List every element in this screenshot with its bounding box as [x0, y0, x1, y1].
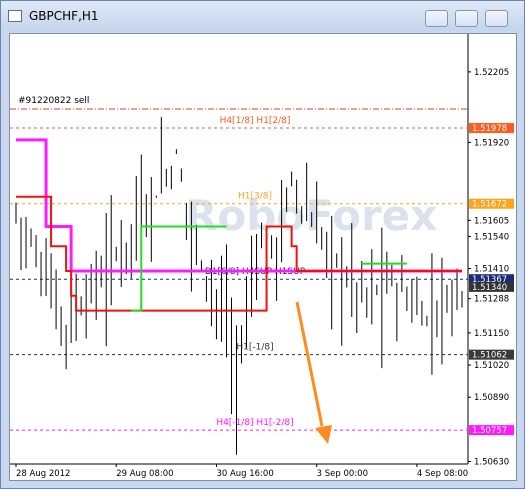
price-level-label: H4[1/8] H1[2/8] — [220, 116, 291, 126]
y-tick-label: 1.50630 — [474, 458, 509, 468]
y-tick-label: 1.51920 — [474, 138, 509, 148]
chart-window-icon — [8, 10, 22, 22]
y-tick-label: 1.50890 — [474, 393, 509, 403]
maximize-button[interactable] — [455, 10, 478, 27]
x-tick-label: 29 Aug 08:00 — [116, 469, 173, 479]
x-tick-label: 3 Sep 00:00 — [317, 469, 368, 479]
y-tick-label: 1.51540 — [474, 232, 509, 242]
chart-window: GBPCHF,H1 RoboForex #91220822 sell H4[1/8]… — [0, 0, 525, 489]
chart-area[interactable]: RoboForex #91220822 sell H4[1/8] H1[2/8] 1.… — [9, 33, 517, 481]
y-tick-label: 1.51020 — [474, 361, 509, 371]
x-tick-label: 28 Aug 2012 — [16, 469, 70, 479]
window-title: GBPCHF,H1 — [29, 9, 99, 23]
price-chart[interactable]: RoboForex #91220822 sell H4[1/8] H1[2/8] 1.… — [10, 34, 516, 480]
y-tick-label: 1.52205 — [474, 68, 509, 78]
price-tag-text: 1.51062 — [472, 351, 507, 361]
y-tick-label: 1.51410 — [474, 265, 509, 275]
x-tick-label: 30 Aug 16:00 — [216, 469, 273, 479]
price-level-label: H1[3/8] — [238, 192, 272, 202]
price-tag-text: 1.51978 — [472, 124, 507, 134]
price-level-label: H4[-1/8] H1[-2/8] — [216, 418, 293, 428]
y-tick-label: 1.51605 — [474, 216, 509, 226]
x-tick-label: 4 Sep 08:00 — [417, 469, 468, 479]
close-button[interactable] — [485, 10, 508, 27]
price-tag-text: 1.50757 — [472, 426, 507, 436]
y-tick-label: 1.51288 — [474, 295, 509, 305]
price-tag-text: 1.51672 — [472, 200, 507, 210]
current-price-text: 1.51340 — [472, 283, 507, 293]
title-bar[interactable]: GBPCHF,H1 — [1, 1, 524, 31]
minimize-button[interactable] — [425, 10, 448, 27]
y-tick-label: 1.51150 — [474, 329, 509, 339]
watermark-text: RoboForex — [185, 191, 437, 240]
price-level-label: #91220822 sell — [18, 96, 89, 106]
